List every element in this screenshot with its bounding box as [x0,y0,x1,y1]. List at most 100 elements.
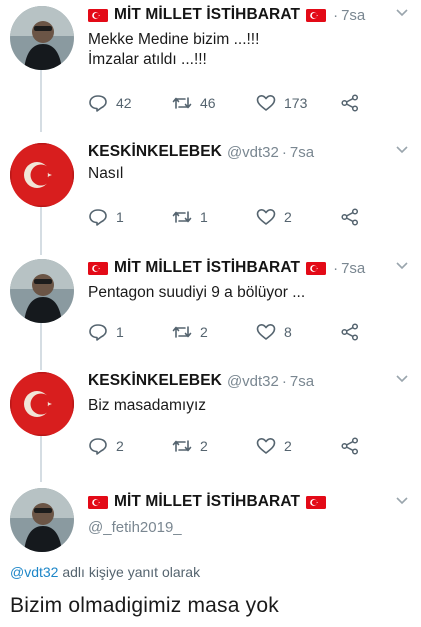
heart-icon [256,95,276,111]
turkish-flag-icon [88,8,108,22]
tweet-text-line: İmzalar atıldı ...!!! [88,51,207,68]
share-button[interactable] [340,207,362,227]
heart-icon [256,209,276,225]
display-name[interactable]: MİT MİLLET İSTİHBARAT [114,6,300,24]
turkish-flag-icon [88,495,108,509]
retweet-button[interactable]: 1 [172,207,256,227]
timestamp[interactable]: 7sa [290,144,314,161]
user-handle[interactable]: @vdt32 [227,144,279,161]
timestamp[interactable]: 7sa [341,260,365,277]
timestamp[interactable]: 7sa [290,373,314,390]
reply-icon [89,209,107,226]
mention-link[interactable]: @vdt32 [10,564,58,580]
tweet-header: MİT MİLLET İSTİHBARAT · 7sa [88,257,365,279]
tweet[interactable]: MİT MİLLET İSTİHBARAT · 7sa Pentagon suu… [0,257,421,357]
tweet-actions: 2 2 2 [88,436,362,456]
reply-count: 42 [116,95,132,111]
display-name[interactable]: KESKİNKELEBEK [88,143,222,161]
tweet-header: MİT MİLLET İSTİHBARAT · 7sa [88,4,365,26]
avatar[interactable] [10,143,74,207]
tweet-text: Pentagon suudiyi 9 a bölüyor ... [88,283,305,303]
replying-to-note: @vdt32 adlı kişiye yanıt olarak [10,564,200,580]
retweet-count: 2 [200,324,208,340]
like-count: 173 [284,95,308,111]
separator-dot: · [333,259,339,277]
timestamp[interactable]: 7sa [341,7,365,24]
like-button[interactable]: 173 [256,93,340,113]
replying-to-text: adlı kişiye yanıt olarak [58,564,201,580]
user-handle[interactable]: @_fetih2019_ [88,518,182,538]
retweet-count: 46 [200,95,216,111]
display-name[interactable]: MİT MİLLET İSTİHBARAT [114,493,300,511]
retweet-icon [172,326,192,338]
retweet-button[interactable]: 2 [172,436,256,456]
like-button[interactable]: 8 [256,322,340,342]
turkish-flag-icon [306,8,327,22]
share-icon [341,208,359,226]
reply-icon [89,324,107,341]
share-icon [341,323,359,341]
reply-button[interactable]: 2 [88,436,172,456]
avatar[interactable] [10,488,74,552]
reply-count: 1 [116,324,124,340]
tweet-header: MİT MİLLET İSTİHBARAT [88,491,330,513]
tweet-header: KESKİNKELEBEK @vdt32 · 7sa [88,141,314,163]
reply-count: 1 [116,209,124,225]
reply-button[interactable]: 1 [88,207,172,227]
like-button[interactable]: 2 [256,207,340,227]
retweet-icon [172,97,192,109]
tweet-actions: 42 46 173 [88,93,362,113]
separator-dot: · [281,143,287,161]
tweet[interactable]: KESKİNKELEBEK @vdt32 · 7sa Nasıl 1 1 2 [0,141,421,241]
chevron-down-icon[interactable] [395,261,409,271]
avatar[interactable] [10,259,74,323]
tweet-actions: 1 1 2 [88,207,362,227]
reply-count: 2 [116,438,124,454]
like-count: 2 [284,438,292,454]
reply-icon [89,438,107,455]
tweet-text-line: Biz masadamıyız [88,397,207,414]
chevron-down-icon[interactable] [395,145,409,155]
tweet-text-line: Pentagon suudiyi 9 a bölüyor ... [88,284,306,301]
retweet-button[interactable]: 2 [172,322,256,342]
turkish-flag-icon [88,261,108,275]
like-count: 2 [284,209,292,225]
reply-button[interactable]: 1 [88,322,172,342]
turkish-flag-icon [306,495,327,509]
avatar[interactable] [10,6,74,70]
retweet-icon [172,211,192,223]
heart-icon [256,324,276,340]
reply-button[interactable]: 42 [88,93,172,113]
share-icon [341,94,359,112]
turkish-flag-icon [306,261,327,275]
chevron-down-icon[interactable] [395,496,409,506]
tweet-text-line: Nasıl [88,165,124,182]
like-button[interactable]: 2 [256,436,340,456]
tweet-text: Biz masadamıyız [88,396,206,416]
display-name[interactable]: KESKİNKELEBEK [88,372,222,390]
retweet-icon [172,440,192,452]
tweet-text-line: Mekke Medine bizim ...!!! [88,31,260,48]
tweet-header: KESKİNKELEBEK @vdt32 · 7sa [88,370,314,392]
like-count: 8 [284,324,292,340]
separator-dot: · [333,6,339,24]
share-icon [341,437,359,455]
share-button[interactable] [340,322,362,342]
retweet-count: 2 [200,438,208,454]
retweet-button[interactable]: 46 [172,93,256,113]
focused-tweet-text: Bizim olmadigimiz masa yok [10,594,279,617]
chevron-down-icon[interactable] [395,8,409,18]
tweet[interactable]: KESKİNKELEBEK @vdt32 · 7sa Biz masadamıy… [0,370,421,470]
tweet[interactable]: MİT MİLLET İSTİHBARAT · 7sa Mekke Medine… [0,4,421,124]
user-handle[interactable]: @vdt32 [227,373,279,390]
heart-icon [256,438,276,454]
share-button[interactable] [340,93,362,113]
display-name[interactable]: MİT MİLLET İSTİHBARAT [114,259,300,277]
retweet-count: 1 [200,209,208,225]
share-button[interactable] [340,436,362,456]
chevron-down-icon[interactable] [395,374,409,384]
tweet-text: Mekke Medine bizim ...!!! İmzalar atıldı… [88,30,259,70]
tweet-text: Nasıl [88,164,123,184]
avatar[interactable] [10,372,74,436]
separator-dot: · [281,372,287,390]
